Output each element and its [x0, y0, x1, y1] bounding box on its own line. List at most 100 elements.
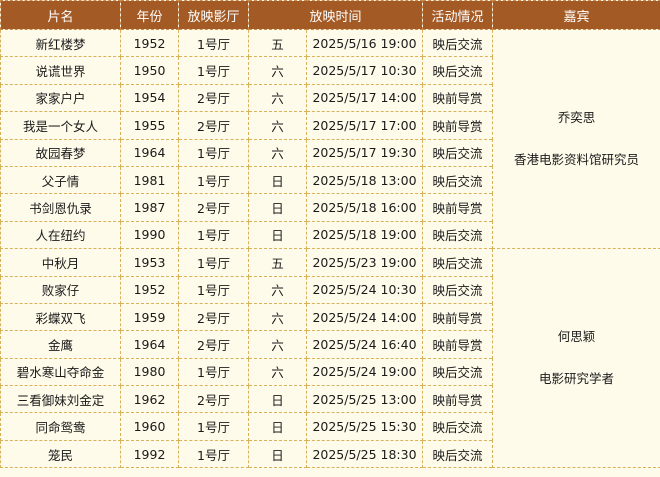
datetime-cell: 2025/5/18 19:00 [305, 220, 424, 250]
hall-cell: 2号厅 [178, 330, 249, 359]
datetime-cell: 2025/5/16 19:00 [305, 28, 424, 58]
hall-cell: 1号厅 [178, 275, 249, 304]
guest-title: 电影研究学者 [539, 371, 615, 387]
activity-cell: 映后交流 [422, 28, 494, 58]
year-cell: 1954 [120, 83, 179, 113]
hall-cell: 2号厅 [178, 111, 249, 140]
weekday-cell: 日 [248, 193, 307, 222]
weekday-cell: 五 [248, 28, 307, 58]
hall-cell: 1号厅 [178, 412, 249, 441]
hall-cell: 1号厅 [178, 357, 249, 387]
film-title-cell: 同命鸳鸯 [0, 412, 121, 441]
table-row: 新红楼梦 1952 1号厅五 2025/5/16 19:00 映后交流 乔奕思 香港电影资料… [0, 28, 660, 250]
activity-cell: 映前导赏 [422, 302, 494, 332]
film-title-cell: 碧水寒山夺命金 [0, 357, 121, 387]
film-title-cell: 笼民 [0, 439, 121, 469]
datetime-cell: 2025/5/18 16:00 [305, 193, 424, 222]
film-title-cell: 彩蝶双飞 [0, 302, 121, 332]
hall-cell: 1号厅 [178, 439, 249, 469]
weekday-cell: 六 [248, 302, 307, 332]
activity-cell: 映后交流 [422, 357, 494, 387]
year-cell: 1955 [120, 111, 179, 140]
hall-cell: 1号厅 [178, 165, 249, 195]
weekday-cell: 日 [248, 165, 307, 195]
hall-cell: 1号厅 [178, 56, 249, 85]
film-title-cell: 中秋月 [0, 248, 121, 277]
datetime-cell: 2025/5/24 10:30 [305, 275, 424, 304]
datetime-cell: 2025/5/17 17:00 [305, 111, 424, 140]
weekday-cell: 六 [248, 357, 307, 387]
table-row: 中秋月 1953 1号厅五 2025/5/23 19:00 映后交流 何思颖 电影研究学者 [0, 248, 660, 469]
film-title-cell: 败家仔 [0, 275, 121, 304]
activity-cell: 映后交流 [422, 275, 494, 304]
year-cell: 1952 [120, 28, 179, 58]
hall-cell: 2号厅 [178, 385, 249, 414]
guest-name: 乔奕思 [557, 110, 596, 126]
activity-cell: 映前导赏 [422, 385, 494, 414]
weekday-cell: 日 [248, 412, 307, 441]
header-guest: 嘉宾 [492, 0, 660, 30]
activity-cell: 映后交流 [422, 56, 494, 85]
weekday-cell: 六 [248, 138, 307, 167]
film-title-cell: 说谎世界 [0, 56, 121, 85]
header-activity: 活动情况 [422, 0, 494, 30]
film-title-cell: 金鹰 [0, 330, 121, 359]
year-cell: 1964 [120, 138, 179, 167]
year-cell: 1950 [120, 56, 179, 85]
film-title-cell: 父子情 [0, 165, 121, 195]
activity-cell: 映后交流 [422, 412, 494, 441]
hall-cell: 2号厅 [178, 83, 249, 113]
hall-cell: 2号厅 [178, 302, 249, 332]
year-cell: 1980 [120, 357, 179, 387]
datetime-cell: 2025/5/25 13:00 [305, 385, 424, 414]
activity-cell: 映前导赏 [422, 193, 494, 222]
datetime-cell: 2025/5/23 19:00 [305, 248, 424, 277]
year-cell: 1990 [120, 220, 179, 250]
datetime-cell: 2025/5/24 19:00 [305, 357, 424, 387]
activity-cell: 映前导赏 [422, 83, 494, 113]
film-title-cell: 新红楼梦 [0, 28, 121, 58]
datetime-cell: 2025/5/17 19:30 [305, 138, 424, 167]
datetime-cell: 2025/5/17 14:00 [305, 83, 424, 113]
header-year: 年份 [120, 0, 179, 30]
hall-cell: 2号厅 [178, 193, 249, 222]
activity-cell: 映后交流 [422, 248, 494, 277]
weekday-cell: 日 [248, 385, 307, 414]
year-cell: 1981 [120, 165, 179, 195]
film-title-cell: 人在纽约 [0, 220, 121, 250]
film-title-cell: 书剑恩仇录 [0, 193, 121, 222]
year-cell: 1960 [120, 412, 179, 441]
guest-cell: 何思颖 电影研究学者 [492, 248, 660, 469]
hall-cell: 1号厅 [178, 28, 249, 58]
weekday-cell: 六 [248, 275, 307, 304]
weekday-cell: 六 [248, 56, 307, 85]
datetime-cell: 2025/5/24 14:00 [305, 302, 424, 332]
year-cell: 1959 [120, 302, 179, 332]
activity-cell: 映后交流 [422, 220, 494, 250]
activity-cell: 映后交流 [422, 165, 494, 195]
year-cell: 1987 [120, 193, 179, 222]
hall-cell: 1号厅 [178, 248, 249, 277]
header-film: 片名 [0, 0, 121, 30]
weekday-cell: 六 [248, 111, 307, 140]
datetime-cell: 2025/5/24 16:40 [305, 330, 424, 359]
film-title-cell: 我是一个女人 [0, 111, 121, 140]
datetime-cell: 2025/5/18 13:00 [305, 165, 424, 195]
year-cell: 1964 [120, 330, 179, 359]
header-time: 放映时间 [247, 0, 424, 30]
film-title-cell: 三看御妹刘金定 [0, 385, 121, 414]
datetime-cell: 2025/5/25 18:30 [305, 439, 424, 469]
header-hall: 放映影厅 [178, 0, 249, 30]
weekday-cell: 日 [248, 439, 307, 469]
film-title-cell: 故园春梦 [0, 138, 121, 167]
activity-cell: 映前导赏 [422, 111, 494, 140]
weekday-cell: 日 [248, 220, 307, 250]
year-cell: 1952 [120, 275, 179, 304]
year-cell: 1962 [120, 385, 179, 414]
activity-cell: 映后交流 [422, 439, 494, 469]
film-title-cell: 家家户户 [0, 83, 121, 113]
schedule-body: 新红楼梦 1952 1号厅五 2025/5/16 19:00 映后交流 乔奕思 香港电影资料… [0, 28, 660, 469]
guest-name: 何思颖 [557, 329, 596, 345]
activity-cell: 映前导赏 [422, 330, 494, 359]
hall-cell: 1号厅 [178, 220, 249, 250]
